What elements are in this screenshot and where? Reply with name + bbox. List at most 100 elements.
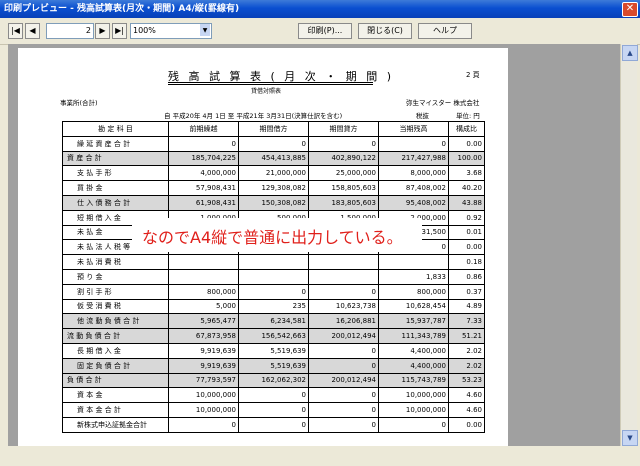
account-name-cell: 資 本 金 合 計 [62,402,169,418]
value-cell: 0.00 [448,416,485,433]
account-name-cell: 未 払 消 費 税 [62,254,169,270]
value-cell: 200,012,494 [308,372,379,389]
column-header: 前期繰越 [168,121,239,137]
table-row: 長 期 借 入 金 9,919,639 5,519,639 0 4,400,000 2.0… [62,342,485,359]
period-label: 自 平成20年 4月 1日 至 平成21年 3月31日(決算仕訳を含む) [164,112,343,120]
account-name-cell: 資 産 合 計 [62,150,169,167]
value-cell: 10,623,738 [308,298,379,315]
value-cell: 0.86 [448,268,485,285]
table-row: 資 本 金 合 計 10,000,000 0 0 10,000,000 4.60 [62,402,485,418]
value-cell: 4,000,000 [168,165,239,182]
value-cell: 10,000,000 [168,402,239,418]
value-cell: 21,000,000 [238,165,309,182]
value-cell: 10,000,000 [378,402,449,418]
account-name-cell: 負 債 合 計 [62,372,169,389]
next-page-button[interactable]: ▶ [95,23,110,39]
value-cell: 0 [308,402,379,418]
column-header: 当期残高 [378,121,449,137]
account-name-cell: 固 定 負 債 合 計 [62,357,169,374]
value-cell: 0 [308,416,379,433]
value-cell: 129,308,082 [238,180,309,196]
value-cell: 57,908,431 [168,180,239,196]
unit-label: 単位: 円 [456,112,480,120]
value-cell: 25,000,000 [308,165,379,182]
trial-balance-table: 勘 定 科 目 前期繰越 期間借方 期間貸方 当期残高 構成比 繰 延 資 産 … [62,121,485,433]
page-number: 2 頁 [466,71,480,79]
chevron-down-icon[interactable]: ▼ [200,24,210,36]
status-bar [0,446,640,466]
value-cell [238,268,309,285]
value-cell: 10,628,454 [378,298,449,315]
close-button[interactable]: 閉じる(C) [358,23,412,39]
account-name-cell: 流 動 負 債 合 計 [62,328,169,344]
value-cell: 156,542,663 [238,328,309,344]
value-cell: 800,000 [168,283,239,300]
value-cell: 158,805,603 [308,180,379,196]
tax-label: 税抜 [416,112,429,120]
last-page-button[interactable]: ▶| [112,23,127,39]
account-name-cell: 割 引 手 形 [62,283,169,300]
first-page-button[interactable]: |◀ [8,23,23,39]
account-name-cell: 仮 受 消 費 税 [62,298,169,315]
account-name-cell: 繰 延 資 産 合 計 [62,135,169,152]
value-cell: 9,919,639 [168,342,239,359]
help-button[interactable]: ヘルプ [418,23,472,39]
department-label: 事業所(合計) [60,99,98,107]
print-button[interactable]: 印刷(P)... [298,23,352,39]
table-row: 仮 受 消 費 税 5,000 235 10,623,738 10,628,454 4.8… [62,298,485,315]
report-subtitle: 貸借対照表 [251,88,282,95]
value-cell: 0 [308,387,379,404]
value-cell: 4.60 [448,387,485,404]
value-cell: 5,965,477 [168,313,239,330]
table-row: 繰 延 資 産 合 計 0 0 0 0 0.00 [62,135,485,152]
account-name-cell: 仕 入 債 務 合 計 [62,194,169,211]
table-row: 固 定 負 債 合 計 9,919,639 5,519,639 0 4,400,000 2… [62,357,485,374]
value-cell: 4.89 [448,298,485,315]
value-cell: 162,062,302 [238,372,309,389]
value-cell: 43.88 [448,194,485,211]
value-cell: 51.21 [448,328,485,344]
account-name-cell: 買 掛 金 [62,180,169,196]
table-row: 資 産 合 計 185,704,225 454,413,885 402,890,122… [62,150,485,167]
value-cell: 61,908,431 [168,194,239,211]
value-cell: 0 [308,357,379,374]
account-name-cell: 支 払 手 形 [62,165,169,182]
value-cell: 0 [168,135,239,152]
table-row: 流 動 負 債 合 計 67,873,958 156,542,663 200,012,… [62,328,485,344]
value-cell: 67,873,958 [168,328,239,344]
value-cell: 217,427,988 [378,150,449,167]
page-number-input[interactable]: 2 [46,23,94,39]
value-cell: 6,234,581 [238,313,309,330]
value-cell: 0 [308,342,379,359]
column-header: 期間貸方 [308,121,379,137]
zoom-select[interactable]: 100% ▼ [130,23,212,39]
value-cell: 77,793,597 [168,372,239,389]
value-cell: 5,000 [168,298,239,315]
vertical-scrollbar[interactable]: ▲ ▼ [620,44,638,446]
value-cell: 0.18 [448,254,485,270]
value-cell: 0.37 [448,283,485,300]
close-icon[interactable]: ✕ [622,2,638,17]
table-row: 割 引 手 形 800,000 0 0 800,000 0.37 [62,283,485,300]
scroll-down-icon[interactable]: ▼ [622,430,638,446]
value-cell: 185,704,225 [168,150,239,167]
value-cell: 0 [308,135,379,152]
value-cell: 10,000,000 [168,387,239,404]
value-cell: 0 [378,416,449,433]
value-cell: 7.33 [448,313,485,330]
value-cell: 5,519,639 [238,357,309,374]
value-cell: 115,743,789 [378,372,449,389]
prev-page-button[interactable]: ◀ [25,23,40,39]
value-cell: 0.00 [448,135,485,152]
value-cell: 402,890,122 [308,150,379,167]
value-cell: 53.23 [448,372,485,389]
value-cell [168,254,239,270]
value-cell [378,254,449,270]
value-cell: 0 [168,416,239,433]
table-row: 資 本 金 10,000,000 0 0 10,000,000 4.60 [62,387,485,404]
value-cell: 100.00 [448,150,485,167]
value-cell: 800,000 [378,283,449,300]
table-row: 支 払 手 形 4,000,000 21,000,000 25,000,000 8,00… [62,165,485,182]
account-name-cell: 預 り 金 [62,268,169,285]
scroll-up-icon[interactable]: ▲ [622,45,638,61]
